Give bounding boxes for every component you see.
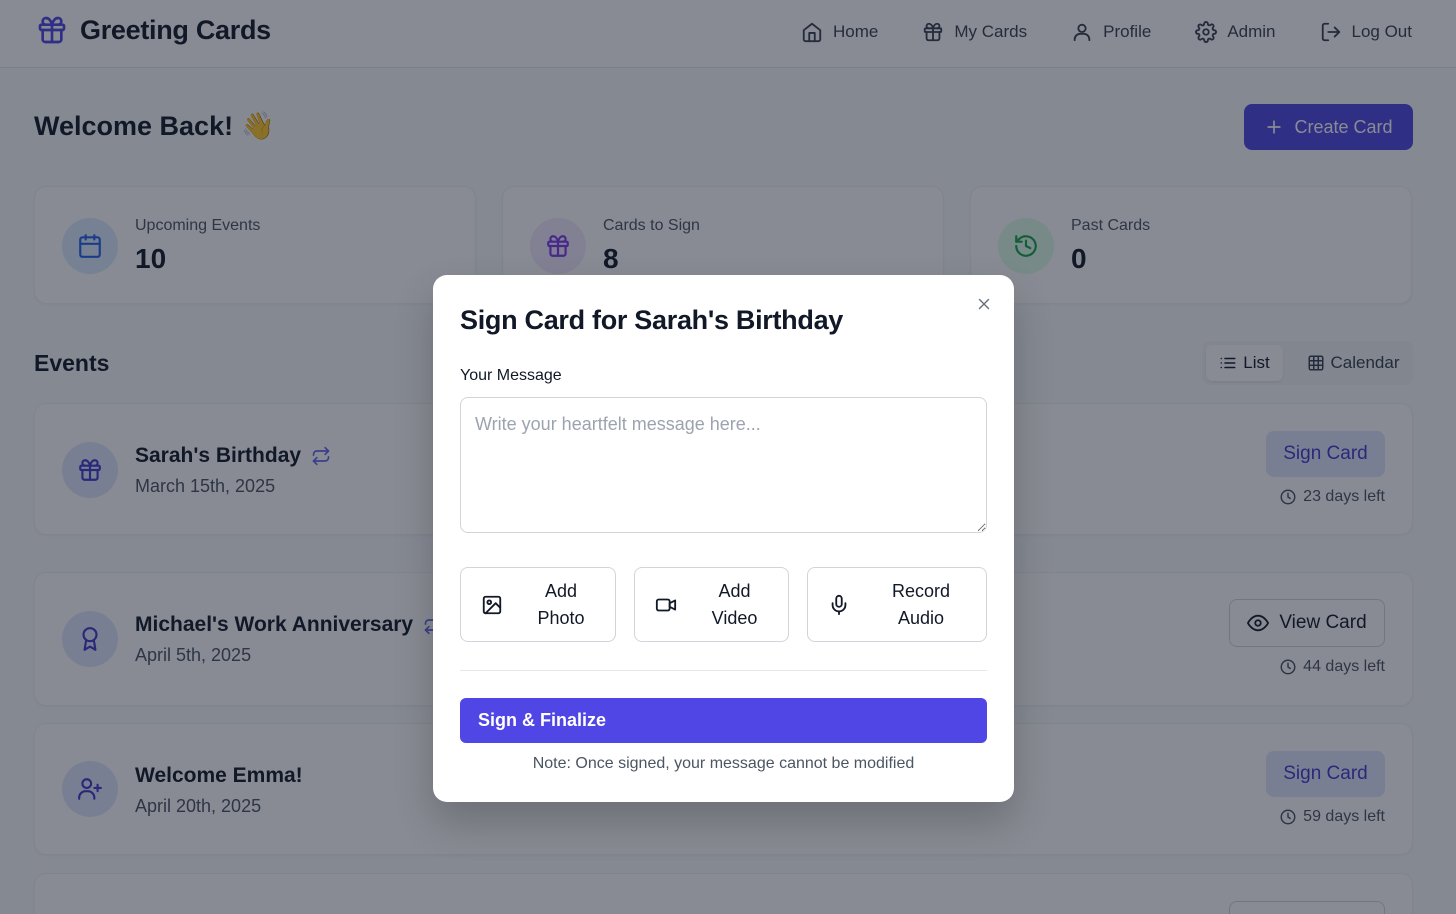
record-audio-label: Record Audio: [856, 568, 986, 641]
message-label: Your Message: [460, 367, 562, 384]
divider: [460, 670, 987, 671]
add-photo-line1: Add: [544, 580, 577, 601]
modal-title: Sign Card for Sarah's Birthday: [460, 305, 844, 335]
close-button[interactable]: [973, 293, 995, 315]
finalize-note: Note: Once signed, your message cannot b…: [532, 755, 915, 772]
add-photo-label: Add Photo: [507, 568, 615, 641]
close-icon: [975, 295, 993, 313]
record-audio-button[interactable]: Record Audio: [807, 567, 987, 642]
message-textarea[interactable]: [460, 397, 987, 533]
add-photo-line2: Photo: [537, 607, 585, 628]
record-audio-line1: Record: [891, 580, 951, 601]
add-video-label: Add Video: [681, 568, 788, 641]
sign-finalize-button[interactable]: Sign & Finalize: [460, 698, 987, 743]
video-icon: [655, 594, 677, 616]
microphone-icon: [828, 594, 850, 616]
add-video-line2: Video: [711, 607, 758, 628]
image-icon: [481, 594, 503, 616]
add-video-button[interactable]: Add Video: [634, 567, 789, 642]
add-video-line1: Add: [718, 580, 751, 601]
record-audio-line2: Audio: [897, 607, 945, 628]
sign-card-modal: Sign Card for Sarah's Birthday Your Mess…: [433, 275, 1014, 802]
add-photo-button[interactable]: Add Photo: [460, 567, 616, 642]
